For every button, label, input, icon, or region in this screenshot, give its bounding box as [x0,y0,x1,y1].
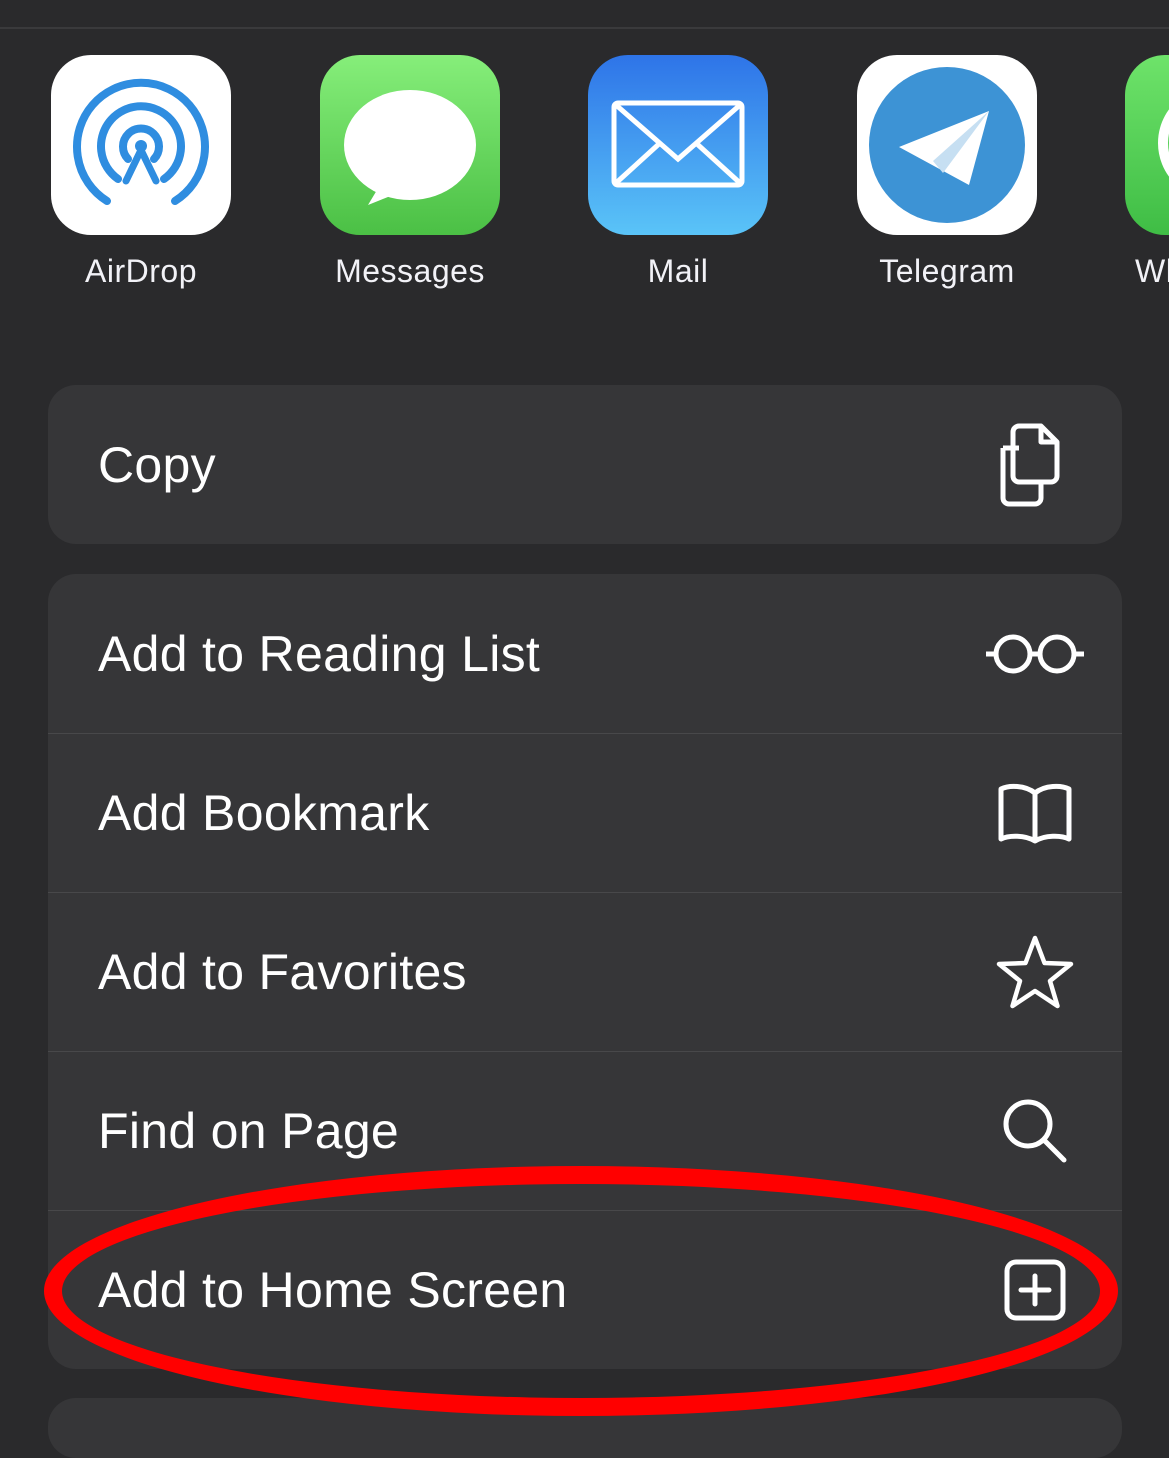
action-label: Add Bookmark [98,785,430,841]
share-app-messages[interactable]: Messages [310,55,510,290]
action-label: Add to Reading List [98,625,541,682]
messages-icon [320,55,500,235]
app-label: AirDrop [85,253,197,289]
share-app-airdrop[interactable]: AirDrop [41,55,241,290]
add-to-reading-list-action[interactable]: Add to Reading List [48,574,1122,733]
star-icon [980,927,1090,1017]
share-app-row[interactable]: AirDrop Messages Mail Telegram W [0,55,1169,305]
share-app-mail[interactable]: Mail [578,55,778,290]
book-icon [980,768,1090,858]
next-actions-group [48,1398,1122,1458]
find-on-page-action[interactable]: Find on Page [48,1051,1122,1210]
add-to-favorites-action[interactable]: Add to Favorites [48,892,1122,1051]
app-label: Messages [335,253,485,289]
mail-icon [588,55,768,235]
app-label: Telegram [879,253,1015,289]
copy-icon [980,420,1090,510]
share-app-telegram[interactable]: Telegram [847,55,1047,290]
action-label: Find on Page [98,1103,400,1159]
copy-group: Copy [48,385,1122,544]
action-label: Add to Favorites [98,944,467,1000]
plus-square-icon [980,1245,1090,1335]
glasses-icon [980,609,1090,699]
copy-action[interactable]: Copy [48,385,1122,544]
airdrop-icon [51,55,231,235]
search-icon [980,1086,1090,1176]
action-label: Add to Home Screen [98,1262,568,1318]
whatsapp-icon [1125,55,1169,235]
app-label: Mail [647,253,709,289]
add-bookmark-action[interactable]: Add Bookmark [48,733,1122,892]
add-to-home-screen-action[interactable]: Add to Home Screen [48,1210,1122,1369]
sheet-divider [0,27,1169,29]
app-label: Wh [1135,253,1169,289]
action-label: Copy [98,436,216,493]
telegram-icon [857,55,1037,235]
share-app-whatsapp[interactable]: Wh [1115,55,1169,290]
actions-group: Add to Reading List Add Bookmark Add to … [48,574,1122,1369]
